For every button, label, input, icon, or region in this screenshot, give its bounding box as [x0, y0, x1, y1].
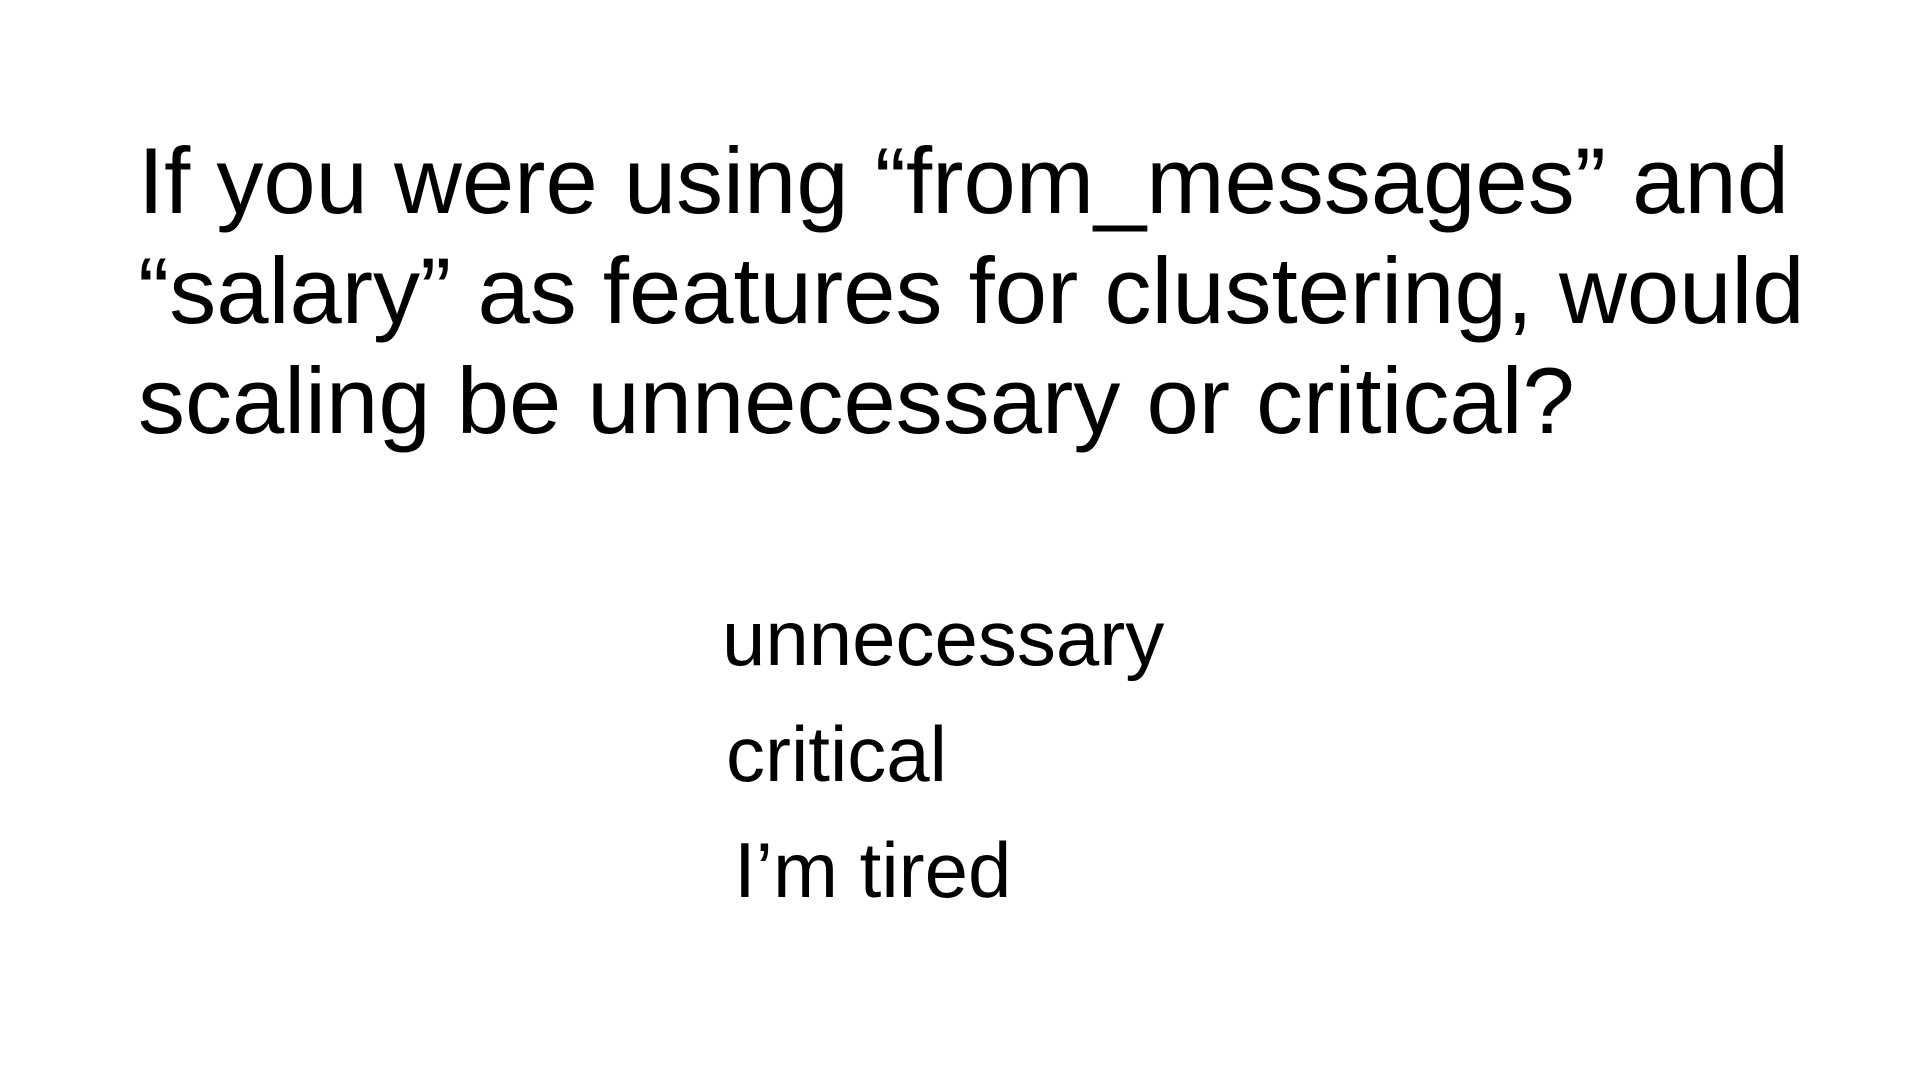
question-line-3: scaling be unnecessary or critical? — [138, 348, 1575, 453]
question-line-1: If you were using “from_messages” and — [138, 128, 1789, 233]
option-unnecessary: unnecessary — [722, 594, 1165, 682]
option-tired: I’m tired — [734, 826, 1012, 914]
answer-options: unnecessary critical I’m tired — [722, 580, 1522, 928]
option-critical: critical — [726, 710, 948, 798]
slide: If you were using “from_messages” and “s… — [0, 0, 1920, 1080]
question-line-2: “salary” as features for clustering, wou… — [138, 238, 1805, 343]
question-text: If you were using “from_messages” and “s… — [138, 126, 1838, 456]
